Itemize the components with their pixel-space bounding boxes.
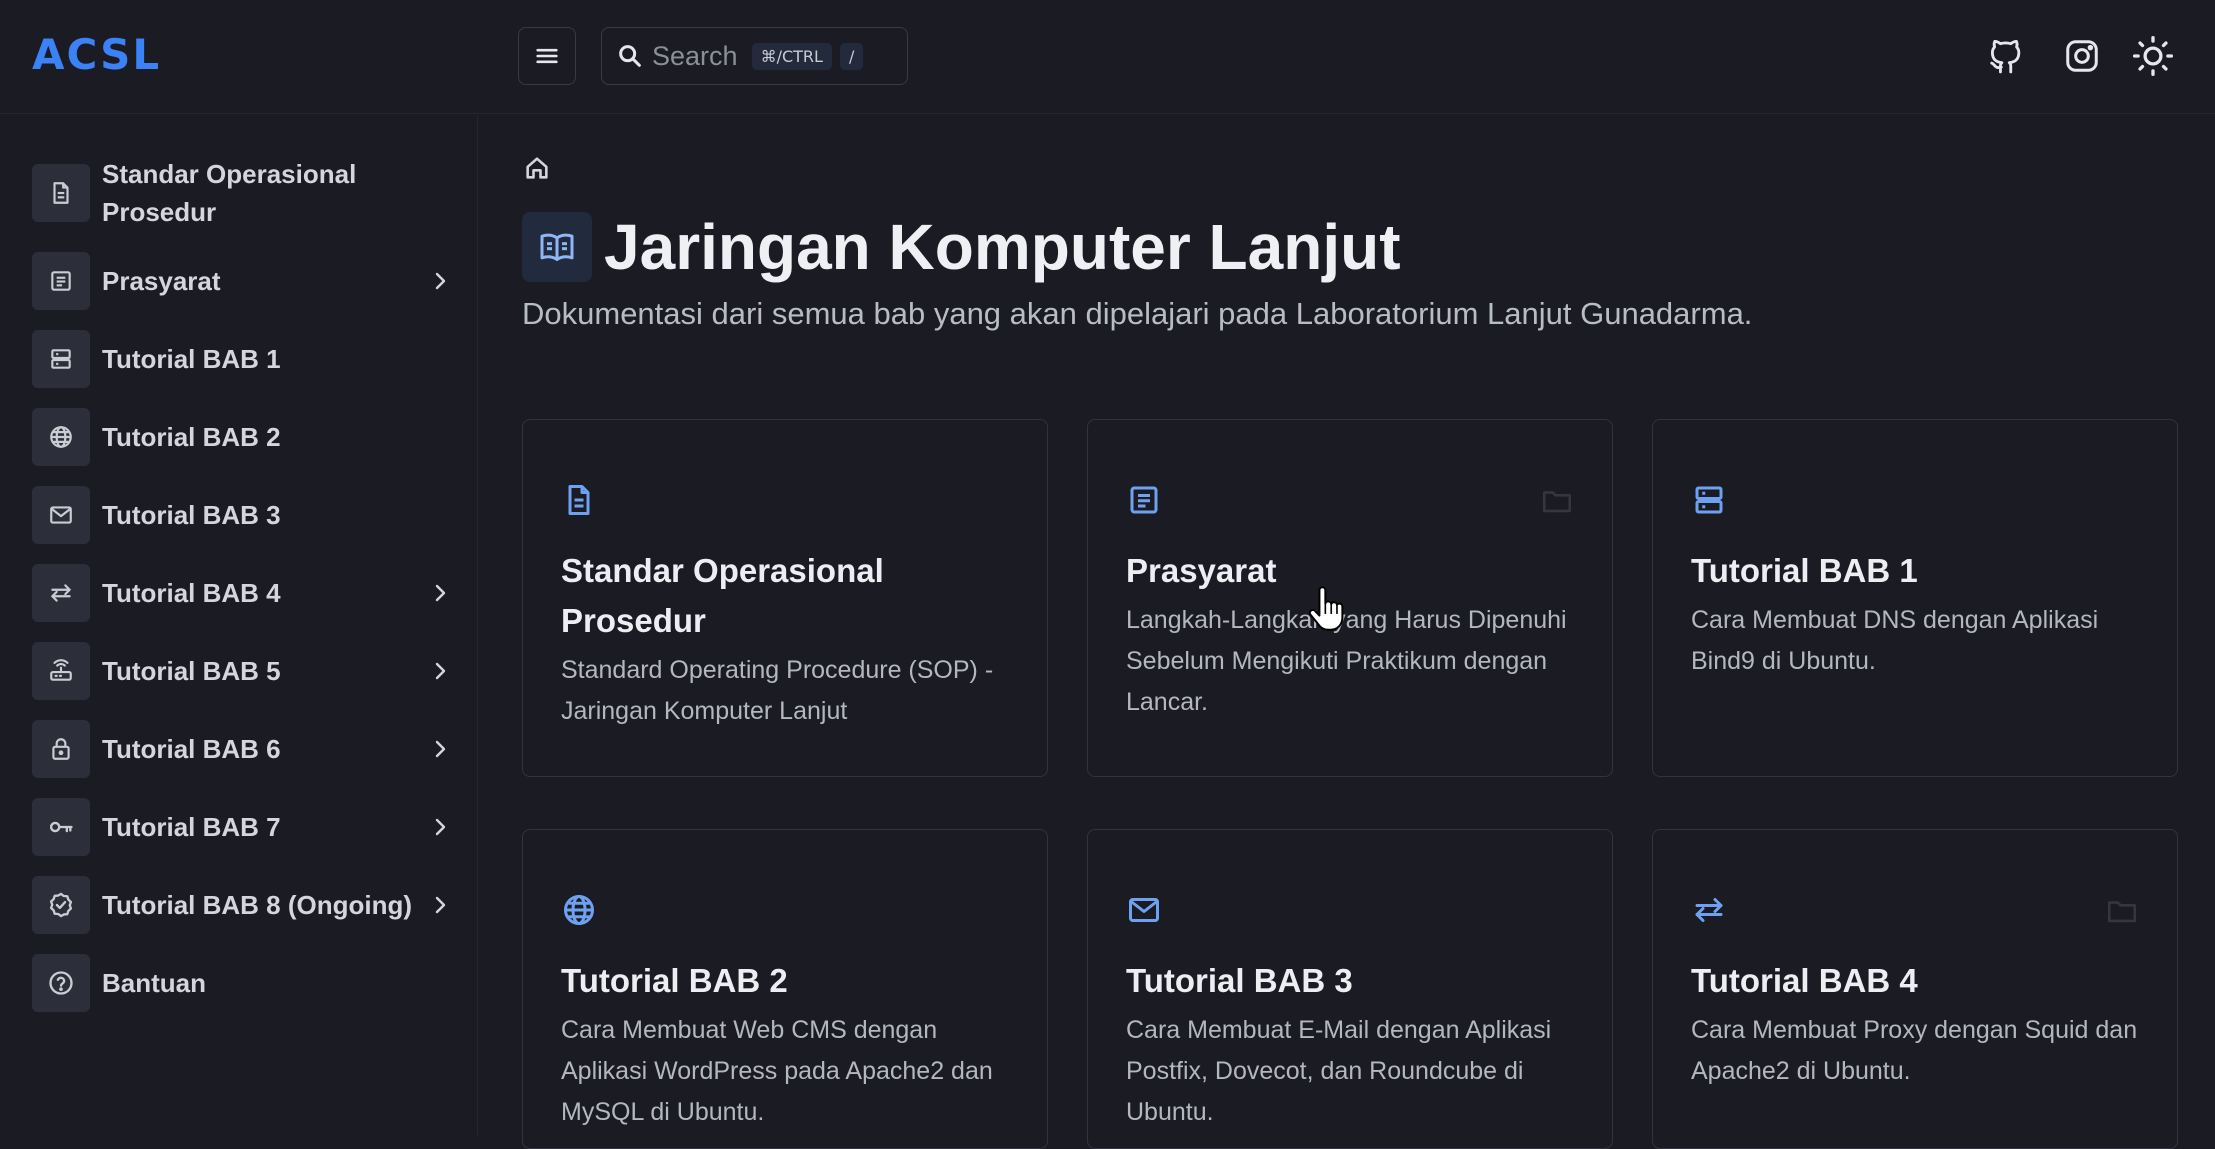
shortcut-key: ⌘/CTRL <box>751 42 832 70</box>
arrows-icon <box>51 584 71 602</box>
sidebar-item-label: Tutorial BAB 7 <box>102 812 281 842</box>
chevron-right-icon[interactable] <box>428 581 452 605</box>
card-prasyarat[interactable]: Prasyarat Langkah-Langkah yang Harus Dip… <box>1087 419 1613 777</box>
breadcrumb-home[interactable] <box>523 154 551 182</box>
arrows-icon <box>1695 898 1723 922</box>
sidebar-item-bab-6[interactable]: Tutorial BAB 6 <box>32 720 452 778</box>
card-title: Prasyarat <box>1126 552 1277 589</box>
card-title: Tutorial BAB 2 <box>561 962 788 999</box>
instagram-icon <box>2066 40 2098 72</box>
top-bar: ACSL Search ⌘/CTRL / <box>0 0 2215 114</box>
sidebar-item-bab-3[interactable]: Tutorial BAB 3 <box>32 486 452 544</box>
book-open-icon <box>540 233 574 261</box>
sidebar-item-label: Tutorial BAB 8 (Ongoing) <box>102 890 413 920</box>
list-icon <box>1130 486 1158 514</box>
card-description: Cara Membuat DNS dengan Aplikasi Bind9 d… <box>1691 606 2099 675</box>
sidebar-item-label: Prasyarat <box>102 266 221 296</box>
card-title: Tutorial BAB 1 <box>1691 552 1918 589</box>
sun-icon <box>2132 35 2174 77</box>
server-icon <box>1695 486 1723 514</box>
github-icon <box>1990 39 2021 74</box>
sidebar-item-bantuan[interactable]: Bantuan <box>32 954 452 1012</box>
mail-icon <box>1129 898 1159 922</box>
card-bab-3[interactable]: Tutorial BAB 3 Cara Membuat E-Mail denga… <box>1087 829 1613 1149</box>
hand-pointer-icon <box>1308 586 1344 631</box>
sidebar-item-label: Standar Operasional Prosedur <box>102 159 357 227</box>
help-icon <box>49 971 73 995</box>
lock-icon <box>52 738 70 760</box>
search-icon <box>619 45 641 67</box>
card-sop[interactable]: Standar Operasional Prosedur Standard Op… <box>522 419 1048 777</box>
page-title: Jaringan Komputer Lanjut <box>604 211 1401 283</box>
document-icon <box>53 182 69 204</box>
card-description: Standard Operating Procedure (SOP) - Jar… <box>561 656 994 725</box>
card-title: Standar Operasional Prosedur <box>561 552 884 639</box>
card-description: Cara Membuat Web CMS dengan Aplikasi Wor… <box>561 1016 993 1126</box>
globe-icon <box>50 426 72 448</box>
sidebar-item-label: Tutorial BAB 4 <box>102 578 281 608</box>
folder-icon <box>1542 491 1572 513</box>
list-icon <box>51 271 71 291</box>
hamburger-icon <box>536 48 558 64</box>
card-bab-2[interactable]: Tutorial BAB 2 Cara Membuat Web CMS deng… <box>522 829 1048 1149</box>
github-link[interactable] <box>1984 34 2028 78</box>
sidebar-item-label: Tutorial BAB 5 <box>102 656 281 686</box>
card-bab-4[interactable]: Tutorial BAB 4 Cara Membuat Proxy dengan… <box>1652 829 2178 1149</box>
sidebar-item-label: Tutorial BAB 6 <box>102 734 281 764</box>
sidebar-item-bab-8[interactable]: Tutorial BAB 8 (Ongoing) <box>32 876 452 934</box>
mouse-cursor <box>1308 586 1344 632</box>
sidebar-item-bab-2[interactable]: Tutorial BAB 2 <box>32 408 452 466</box>
card-title: Tutorial BAB 4 <box>1691 962 1918 999</box>
chevron-right-icon[interactable] <box>428 815 452 839</box>
chevron-right-icon[interactable] <box>428 659 452 683</box>
chevron-right-icon[interactable] <box>428 269 452 293</box>
sidebar-item-sop[interactable]: Standar Operasional Prosedur <box>32 155 452 231</box>
chevron-right-icon[interactable] <box>428 893 452 917</box>
search-input[interactable]: Search ⌘/CTRL / <box>601 27 908 85</box>
chevron-right-icon[interactable] <box>428 737 452 761</box>
globe-icon <box>564 895 594 925</box>
sidebar-item-bab-7[interactable]: Tutorial BAB 7 <box>32 798 452 856</box>
sidebar-item-label: Tutorial BAB 3 <box>102 500 281 530</box>
mail-icon <box>50 506 72 524</box>
sidebar-item-bab-5[interactable]: Tutorial BAB 5 <box>32 642 452 700</box>
card-title: Tutorial BAB 3 <box>1126 962 1353 999</box>
sidebar-item-label: Bantuan <box>102 968 206 998</box>
badge-check-icon <box>49 892 73 918</box>
sidebar-item-label: Tutorial BAB 2 <box>102 422 281 452</box>
sidebar-item-bab-4[interactable]: Tutorial BAB 4 <box>32 564 452 622</box>
card-description: Cara Membuat Proxy dengan Squid dan Apac… <box>1691 1016 2138 1085</box>
key-icon <box>49 821 73 833</box>
home-icon <box>526 157 548 179</box>
folder-icon <box>2107 901 2137 923</box>
card-description: Langkah-Langkah yang Harus Dipenuhi Sebe… <box>1126 606 1567 716</box>
menu-toggle-button[interactable] <box>518 27 576 85</box>
page-subtitle: Dokumentasi dari semua bab yang akan dip… <box>522 296 1753 331</box>
card-bab-1[interactable]: Tutorial BAB 1 Cara Membuat DNS dengan A… <box>1652 419 2178 777</box>
sidebar-nav: Standar Operasional Prosedur Prasyarat T… <box>0 115 478 1135</box>
router-icon <box>50 659 72 681</box>
shortcut-key: / <box>839 42 864 70</box>
sidebar-item-prasyarat[interactable]: Prasyarat <box>32 252 452 310</box>
site-logo[interactable]: ACSL <box>32 30 161 79</box>
document-icon <box>568 485 590 515</box>
instagram-link[interactable] <box>2060 34 2104 78</box>
theme-toggle-button[interactable] <box>2131 34 2175 78</box>
sidebar-item-label: Tutorial BAB 1 <box>102 344 281 374</box>
page-header: Jaringan Komputer Lanjut <box>522 210 1401 284</box>
search-placeholder: Search <box>652 40 738 71</box>
sidebar-item-bab-1[interactable]: Tutorial BAB 1 <box>32 330 452 388</box>
server-icon <box>51 349 71 369</box>
card-description: Cara Membuat E-Mail dengan Aplikasi Post… <box>1126 1016 1552 1126</box>
